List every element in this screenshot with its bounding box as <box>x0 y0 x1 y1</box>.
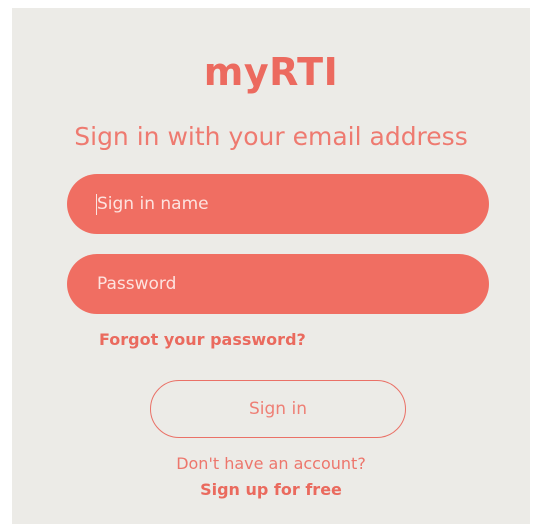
signup-link[interactable]: Sign up for free <box>12 480 530 499</box>
signin-card: myRTI Sign in with your email address Fo… <box>12 8 530 524</box>
app-title: myRTI <box>203 50 339 94</box>
signin-button[interactable]: Sign in <box>150 380 406 438</box>
signin-name-input[interactable] <box>67 174 489 234</box>
text-cursor <box>96 194 97 215</box>
password-input[interactable] <box>67 254 489 314</box>
forgot-password-link[interactable]: Forgot your password? <box>99 330 306 349</box>
no-account-text: Don't have an account? <box>176 454 366 473</box>
signin-subtitle: Sign in with your email address <box>74 122 468 151</box>
